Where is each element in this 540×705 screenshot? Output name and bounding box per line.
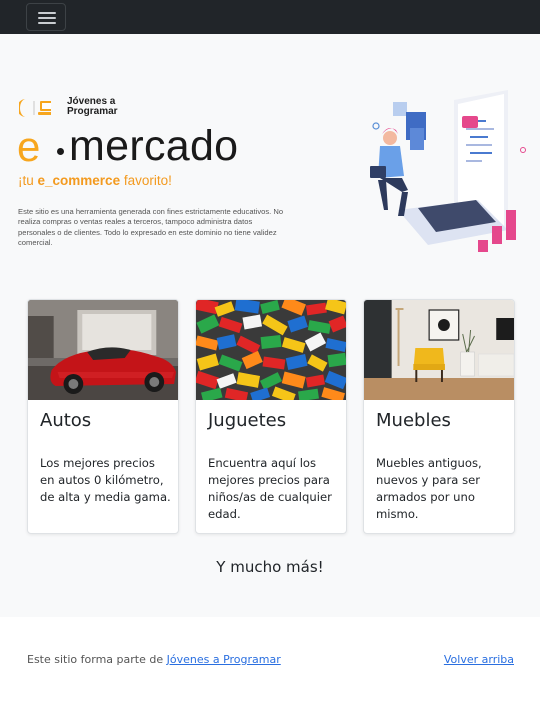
brand-word: mercado (69, 122, 239, 170)
card-title: Autos (40, 410, 92, 431)
top-navbar (0, 0, 540, 34)
brand-dot (57, 148, 64, 155)
brand-e: e (17, 123, 41, 170)
card-description: Muebles antiguos, nuevos y para ser arma… (376, 456, 482, 521)
page-footer: Este sitio forma parte de Jóvenes a Prog… (0, 617, 540, 705)
tagline: ¡tu e_commerce favorito! (18, 173, 172, 188)
back-to-top-link[interactable]: Volver arriba (444, 653, 514, 666)
card-description: Los mejores precios en autos 0 kilómetro… (40, 456, 171, 504)
category-card-autos[interactable]: Autos Los mejores precios en autos 0 kil… (27, 299, 179, 534)
tagline-post: favorito! (120, 173, 172, 188)
emercado-brand: e mercado (17, 120, 277, 170)
menu-icon-bar (38, 12, 56, 14)
tagline-bold: e_commerce (37, 173, 121, 188)
card-title: Juguetes (208, 410, 287, 431)
menu-icon-bar (38, 22, 56, 24)
jap-link[interactable]: Jóvenes a Programar (167, 653, 281, 666)
card-image-living-room (364, 300, 514, 400)
tagline-pre: ¡tu (18, 173, 38, 188)
card-image-building-bricks (196, 300, 346, 400)
coding-illustration (370, 90, 526, 252)
footer-text: Este sitio forma parte de Jóvenes a Prog… (27, 653, 281, 666)
jap-logo-icon (19, 99, 51, 117)
card-image-red-sports-car (28, 300, 178, 400)
category-card-juguetes[interactable]: Juguetes Encuentra aquí los mejores prec… (195, 299, 347, 534)
card-description: Encuentra aquí los mejores precios para … (208, 456, 332, 521)
disclaimer-text: Este sitio es una herramienta generada c… (18, 207, 284, 247)
more-text: Y mucho más! (216, 558, 324, 576)
navbar-toggle-button[interactable] (26, 3, 66, 31)
menu-icon-bar (38, 17, 56, 19)
card-title: Muebles (376, 410, 451, 431)
footer-prefix: Este sitio forma parte de (27, 653, 167, 666)
category-card-muebles[interactable]: Muebles Muebles antiguos, nuevos y para … (363, 299, 515, 534)
jap-logo-text: Jóvenes a Programar (67, 97, 118, 117)
logo-line-2: Programar (67, 106, 118, 117)
